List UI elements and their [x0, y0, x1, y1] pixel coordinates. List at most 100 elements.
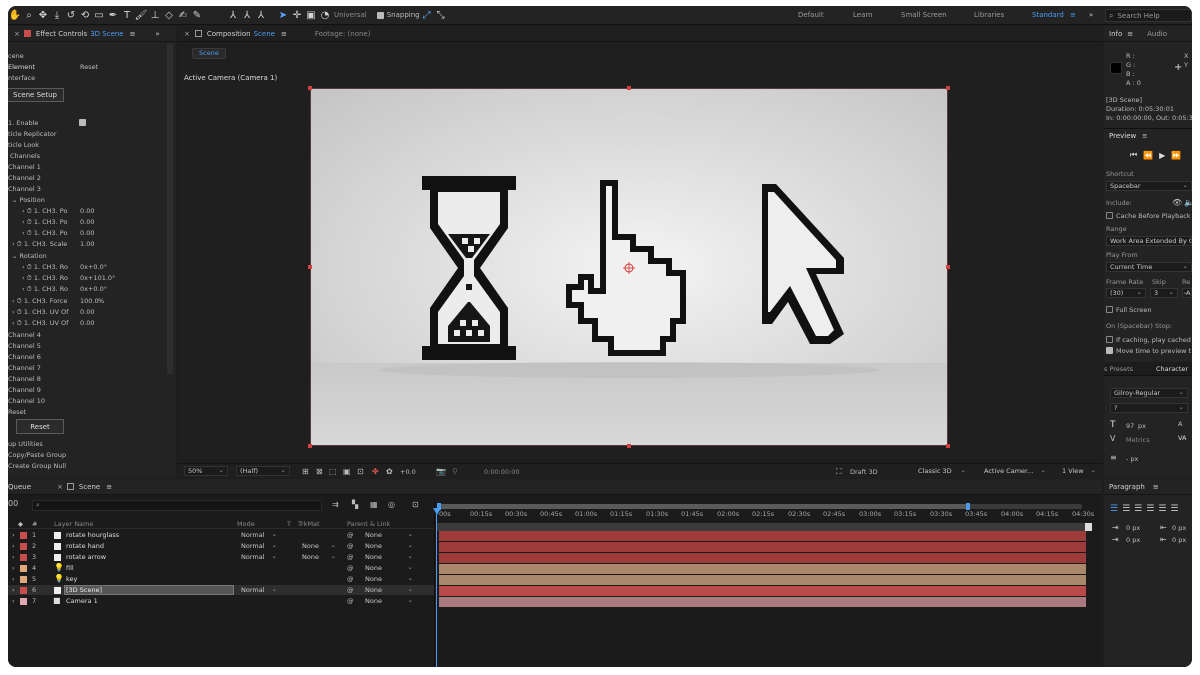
current-time-display[interactable]: 00: [8, 499, 18, 508]
layer-bar-2[interactable]: [439, 542, 1086, 552]
layer-row-6-selected[interactable]: › 6 [3D Scene] Normal @ None: [8, 585, 434, 596]
pickwhip-icon[interactable]: @: [347, 586, 354, 594]
brush-tool-icon[interactable]: 🖌: [135, 9, 148, 21]
universal-label[interactable]: Universal: [334, 11, 367, 19]
search-help-box[interactable]: ⌕ Search Help: [1105, 9, 1192, 22]
pickwhip-icon[interactable]: @: [347, 553, 354, 561]
prev-frame-icon[interactable]: ⏪: [1143, 151, 1153, 160]
layer-row-7[interactable]: › 7 ■ Camera 1 @ None: [8, 596, 434, 607]
scene-setup-button[interactable]: Scene Setup: [8, 88, 64, 102]
include-video-icon[interactable]: 👁: [1172, 198, 1182, 207]
particle-replicator-group[interactable]: ticle Replicator: [8, 130, 57, 138]
twirl-icon[interactable]: ›: [12, 575, 15, 583]
twirl-icon[interactable]: ›: [12, 531, 15, 539]
full-screen-checkbox[interactable]: [1106, 306, 1113, 313]
kerning-value[interactable]: Metrics: [1126, 436, 1150, 444]
channels-group[interactable]: Channels: [10, 152, 40, 160]
navigator-range[interactable]: [437, 504, 968, 509]
align-left-icon[interactable]: ☰: [1110, 504, 1118, 514]
channel-4-group[interactable]: Channel 4: [8, 331, 41, 339]
rot-row-2[interactable]: › ⏱ 1. CH3. Ro: [22, 274, 68, 283]
label-color-swatch[interactable]: [20, 598, 27, 605]
label-color-swatch[interactable]: [20, 532, 27, 539]
uv-row-2-value[interactable]: 0.00: [80, 319, 94, 327]
layer-name-header[interactable]: Layer Name: [54, 520, 93, 528]
workspace-default[interactable]: Default: [798, 11, 824, 19]
include-audio-icon[interactable]: 🔈: [1184, 198, 1192, 207]
layer-row-2[interactable]: › 2 rotate hand Normal None @ None: [8, 541, 434, 552]
layer-name[interactable]: rotate hourglass: [66, 531, 119, 539]
uv-row-2[interactable]: › ⏱ 1. CH3. UV Of: [12, 319, 68, 328]
position-twirl[interactable]: ⌄ Position: [12, 196, 45, 204]
corner-handle-br[interactable]: [946, 444, 950, 448]
edge-handle-bottom[interactable]: [627, 444, 631, 448]
layer-search-input[interactable]: ⌕: [32, 500, 322, 511]
layer-bar-5[interactable]: [439, 575, 1086, 585]
res-dropdown[interactable]: A: [1182, 288, 1192, 298]
create-group-null[interactable]: Create Group Null: [8, 462, 66, 470]
force-row[interactable]: › ⏱ 1. CH3. Force: [12, 297, 67, 306]
reset-button[interactable]: Reset: [16, 419, 64, 434]
eraser-tool-icon[interactable]: ◇: [163, 9, 175, 21]
twirl-icon[interactable]: ›: [12, 597, 15, 605]
viewer-timecode[interactable]: 0:00:00:00: [484, 468, 520, 476]
channel-icon[interactable]: ✤: [372, 467, 379, 476]
layer-bar-7[interactable]: [439, 597, 1086, 607]
layer-row-4[interactable]: › 4 💡 fill @ None: [8, 563, 434, 574]
axis-world-icon[interactable]: ⅄: [241, 9, 253, 21]
panel-menu-icon[interactable]: ≡: [130, 30, 136, 38]
view-layout-dropdown[interactable]: 1 View: [1058, 466, 1100, 476]
close-icon[interactable]: ×: [14, 30, 20, 38]
preview-menu-icon[interactable]: ≡: [1142, 132, 1147, 140]
uv-row-1-value[interactable]: 0.00: [80, 308, 94, 316]
draft-icon[interactable]: ⇉: [332, 500, 339, 509]
play-icon[interactable]: ▶: [1159, 151, 1165, 160]
label-color-swatch[interactable]: [20, 587, 27, 594]
footage-tab[interactable]: Footage: (none): [315, 30, 371, 38]
justify-left-icon[interactable]: ☰: [1146, 504, 1154, 514]
rot-row-3-value[interactable]: 0x+0.0°: [80, 285, 107, 293]
selection-tool-icon[interactable]: ➤: [277, 9, 289, 21]
pickwhip-icon[interactable]: @: [347, 597, 354, 605]
pen-tool-icon[interactable]: ✒: [107, 9, 119, 21]
group-utilities[interactable]: up Utilities: [8, 440, 43, 448]
workspace-standard[interactable]: Standard: [1032, 11, 1064, 19]
force-value[interactable]: 100.0: [80, 297, 99, 305]
rot-row-2-value[interactable]: 0x+101.0°: [80, 274, 115, 282]
layer-row-5[interactable]: › 5 💡 key @ None: [8, 574, 434, 585]
pos-row-2[interactable]: › ⏱ 1. CH3. Po: [22, 218, 67, 227]
navigator-end-handle[interactable]: [966, 503, 970, 510]
effect-reset-link[interactable]: Reset: [80, 63, 98, 71]
axis-view-icon[interactable]: ⅄: [255, 9, 267, 21]
channel-7-group[interactable]: Channel 7: [8, 364, 41, 372]
hand-tool-icon[interactable]: ✋: [9, 9, 21, 21]
align-center-icon[interactable]: ☰: [1122, 504, 1130, 514]
move-time-checkbox[interactable]: [1106, 347, 1113, 354]
pos-row-2-value[interactable]: 0.00: [80, 218, 94, 226]
pickwhip-icon[interactable]: @: [347, 564, 354, 572]
space-before-value[interactable]: 0 px: [1172, 536, 1186, 544]
channel-10-group[interactable]: Channel 10: [8, 397, 45, 405]
twirl-icon[interactable]: ›: [12, 553, 15, 561]
timeline-menu-icon[interactable]: ≡: [106, 483, 112, 491]
work-area-end[interactable]: [1085, 523, 1092, 531]
expand-panels-icon[interactable]: »: [156, 30, 160, 38]
rotation-twirl[interactable]: ⌄ Rotation: [12, 252, 47, 260]
layer-row-1[interactable]: › 1 rotate hourglass Normal @ None: [8, 530, 434, 541]
info-tab[interactable]: Info: [1109, 30, 1122, 38]
parent-dropdown[interactable]: None: [361, 574, 417, 584]
pos-row-3-value[interactable]: 0.00: [80, 229, 94, 237]
text-tool-icon[interactable]: T: [121, 9, 133, 21]
parent-dropdown[interactable]: None: [361, 530, 417, 540]
pos-row-1-value[interactable]: 0.00: [80, 207, 94, 215]
axis-local-icon[interactable]: ⅄: [227, 9, 239, 21]
motion-blur-icon[interactable]: ◎: [388, 500, 395, 509]
rotate-tool-icon[interactable]: ↺: [65, 9, 77, 21]
channel-6-group[interactable]: Channel 6: [8, 353, 41, 361]
color-mgmt-icon[interactable]: ✿: [386, 467, 393, 476]
stroke-width-value[interactable]: - px: [1126, 455, 1138, 463]
workspace-libraries[interactable]: Libraries: [974, 11, 1004, 19]
align-right-icon[interactable]: ☰: [1134, 504, 1142, 514]
channel-8-group[interactable]: Channel 8: [8, 375, 41, 383]
transparency-grid-icon[interactable]: ⊠: [316, 467, 323, 476]
